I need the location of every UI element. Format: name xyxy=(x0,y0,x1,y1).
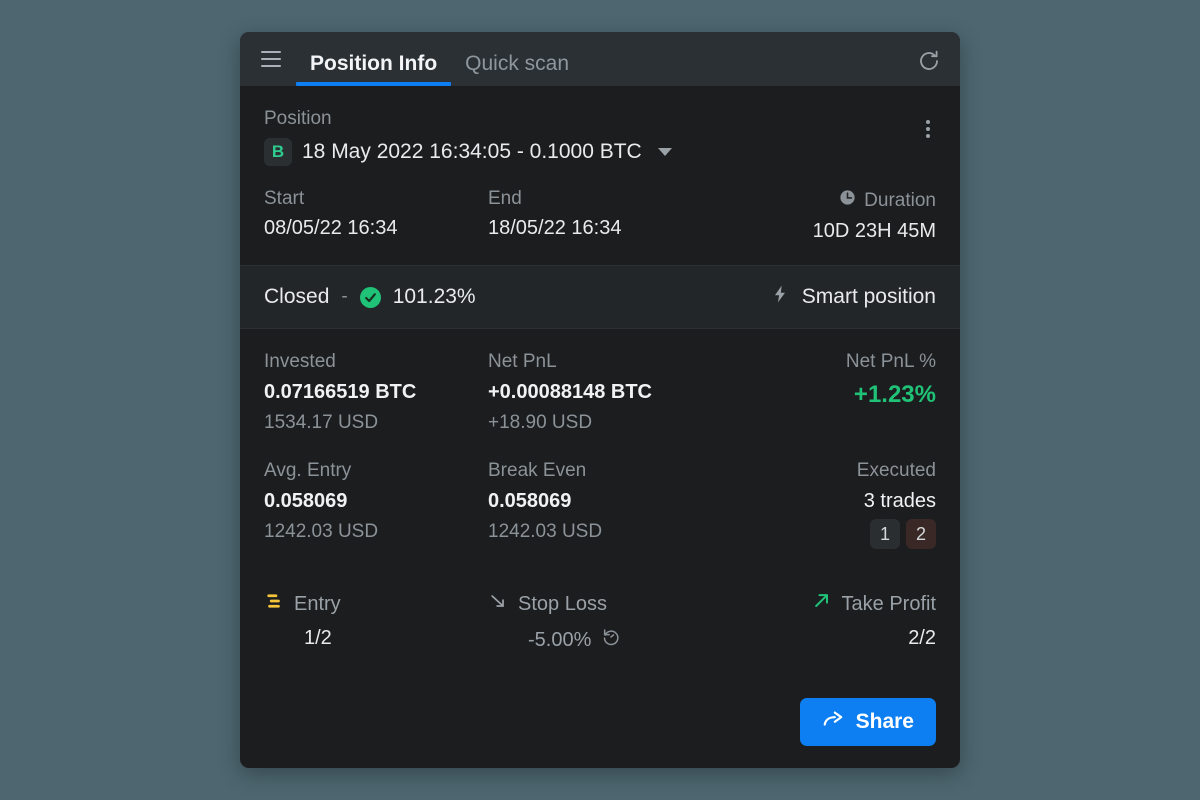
stats-row-secondary: Avg. Entry 0.058069 1242.03 USD Break Ev… xyxy=(264,460,936,549)
page-canvas: Position Info Quick scan Position B 18 xyxy=(0,0,1200,800)
executed-badges: 1 2 xyxy=(712,519,936,549)
clock-icon xyxy=(838,188,857,213)
status-group: Closed - 101.23% xyxy=(264,285,476,309)
end-value: 18/05/22 16:34 xyxy=(488,217,712,240)
arrow-down-right-icon xyxy=(488,591,508,617)
net-pnl-pct-cell: Net PnL % +1.23% xyxy=(712,351,936,434)
share-arrow-icon xyxy=(822,708,844,736)
executed-cell: Executed 3 trades 1 2 xyxy=(712,460,936,549)
take-profit-cell: Take Profit 2/2 xyxy=(712,591,936,653)
entry-cell: Entry 1/2 xyxy=(264,591,488,653)
stop-loss-head: Stop Loss xyxy=(488,591,712,617)
side-badge: B xyxy=(264,138,292,166)
tab-position-info[interactable]: Position Info xyxy=(296,32,451,86)
entry-head: Entry xyxy=(264,591,488,617)
tab-bar: Position Info Quick scan xyxy=(296,32,583,86)
position-label: Position xyxy=(264,108,936,130)
status-percent: 101.23% xyxy=(393,285,476,309)
net-pnl-label: Net PnL xyxy=(488,351,712,373)
break-even-sub: 1242.03 USD xyxy=(488,521,712,543)
trailing-stop-icon xyxy=(601,627,621,653)
start-cell: Start 08/05/22 16:34 xyxy=(264,188,488,243)
net-pnl-value: +0.00088148 BTC xyxy=(488,381,712,404)
invested-cell: Invested 0.07166519 BTC 1534.17 USD xyxy=(264,351,488,434)
net-pnl-sub: +18.90 USD xyxy=(488,412,712,434)
start-value: 08/05/22 16:34 xyxy=(264,217,488,240)
position-card: Position Info Quick scan Position B 18 xyxy=(240,32,960,768)
duration-value: 10D 23H 45M xyxy=(712,220,936,243)
entry-ladder-icon xyxy=(264,591,284,617)
share-button-label: Share xyxy=(856,710,914,734)
end-cell: End 18/05/22 16:34 xyxy=(488,188,712,243)
entry-value: 1/2 xyxy=(264,627,488,650)
take-profit-label: Take Profit xyxy=(842,593,936,616)
kebab-menu-icon[interactable] xyxy=(920,114,936,144)
break-even-label: Break Even xyxy=(488,460,712,482)
timeline-section: Start 08/05/22 16:34 End 18/05/22 16:34 xyxy=(240,184,960,265)
stop-loss-label: Stop Loss xyxy=(518,593,607,616)
break-even-value: 0.058069 xyxy=(488,490,712,513)
stop-loss-cell: Stop Loss -5.00% xyxy=(488,591,712,653)
app-header: Position Info Quick scan xyxy=(240,32,960,86)
stop-loss-value: -5.00% xyxy=(528,629,591,652)
card-footer: Share xyxy=(240,653,960,768)
hamburger-icon[interactable] xyxy=(254,32,288,86)
stats-section: Invested 0.07166519 BTC 1534.17 USD Net … xyxy=(240,329,960,581)
avg-entry-cell: Avg. Entry 0.058069 1242.03 USD xyxy=(264,460,488,549)
tab-quick-scan[interactable]: Quick scan xyxy=(451,32,583,86)
avg-entry-sub: 1242.03 USD xyxy=(264,521,488,543)
arrow-up-right-icon xyxy=(812,591,832,617)
avg-entry-label: Avg. Entry xyxy=(264,460,488,482)
invested-label: Invested xyxy=(264,351,488,373)
take-profit-value: 2/2 xyxy=(712,627,936,650)
position-selector[interactable]: B 18 May 2022 16:34:05 - 0.1000 BTC xyxy=(264,138,936,166)
duration-label-group: Duration xyxy=(712,188,936,213)
share-button[interactable]: Share xyxy=(800,698,936,746)
invested-sub: 1534.17 USD xyxy=(264,412,488,434)
executed-label: Executed xyxy=(712,460,936,482)
executed-value: 3 trades xyxy=(712,490,936,513)
position-section: Position B 18 May 2022 16:34:05 - 0.1000… xyxy=(240,86,960,184)
smart-position-label: Smart position xyxy=(802,285,936,309)
check-circle-icon xyxy=(360,287,381,308)
status-badge: Closed xyxy=(264,285,329,309)
avg-entry-value: 0.058069 xyxy=(264,490,488,513)
lightning-bolt-icon xyxy=(770,282,790,312)
invested-value: 0.07166519 BTC xyxy=(264,381,488,404)
stats-row-primary: Invested 0.07166519 BTC 1534.17 USD Net … xyxy=(264,351,936,434)
break-even-cell: Break Even 0.058069 1242.03 USD xyxy=(488,460,712,549)
position-summary: 18 May 2022 16:34:05 - 0.1000 BTC xyxy=(302,140,642,164)
trade-badge-2[interactable]: 2 xyxy=(906,519,936,549)
stop-loss-value-group: -5.00% xyxy=(488,627,712,653)
duration-label: Duration xyxy=(864,190,936,212)
take-profit-head: Take Profit xyxy=(712,591,936,617)
tab-position-info-label: Position Info xyxy=(310,52,437,76)
status-separator: - xyxy=(341,286,347,308)
duration-cell: Duration 10D 23H 45M xyxy=(712,188,936,243)
smart-position-tag: Smart position xyxy=(770,282,936,312)
net-pnl-cell: Net PnL +0.00088148 BTC +18.90 USD xyxy=(488,351,712,434)
tab-quick-scan-label: Quick scan xyxy=(465,52,569,76)
trade-badge-1[interactable]: 1 xyxy=(870,519,900,549)
chevron-down-icon[interactable] xyxy=(658,148,672,156)
card-body: Position B 18 May 2022 16:34:05 - 0.1000… xyxy=(240,86,960,768)
orders-section: Entry 1/2 Stop Loss xyxy=(240,581,960,653)
refresh-icon[interactable] xyxy=(914,46,944,76)
net-pnl-pct-value: +1.23% xyxy=(712,381,936,409)
entry-label: Entry xyxy=(294,593,341,616)
start-label: Start xyxy=(264,188,488,210)
status-bar: Closed - 101.23% Smart pos xyxy=(240,265,960,329)
net-pnl-pct-label: Net PnL % xyxy=(712,351,936,373)
end-label: End xyxy=(488,188,712,210)
